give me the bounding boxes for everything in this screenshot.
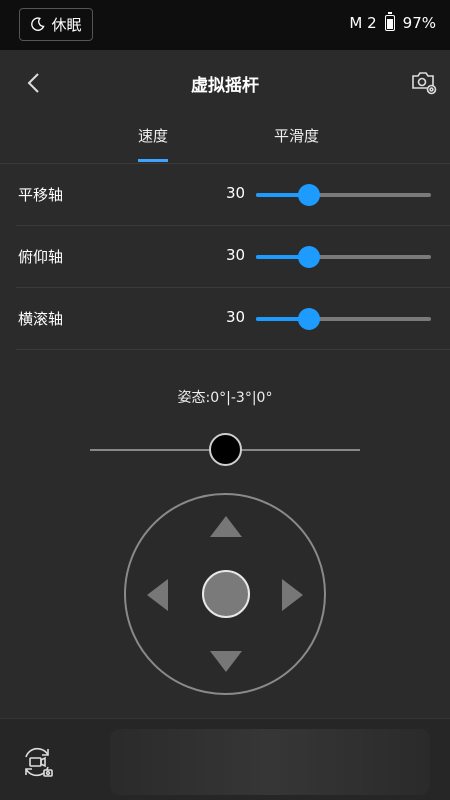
- mode-switch-button[interactable]: [18, 743, 56, 781]
- pan-axis-value: 30: [226, 184, 246, 202]
- device-name: M 2: [349, 14, 377, 32]
- roll-axis-slider[interactable]: [256, 308, 431, 330]
- arrow-left-icon[interactable]: [147, 579, 168, 611]
- tab-indicator: [138, 159, 168, 162]
- tilt-axis-slider[interactable]: [256, 246, 431, 268]
- arrow-up-icon[interactable]: [210, 516, 242, 537]
- roll-axis-value: 30: [226, 308, 246, 326]
- pan-axis-label: 平移轴: [18, 186, 64, 204]
- slider-thumb[interactable]: [297, 308, 320, 330]
- camera-settings-button[interactable]: [410, 68, 438, 96]
- camera-switch-icon: [25, 747, 53, 777]
- tab-bar: 速度 平滑度: [0, 116, 450, 164]
- battery-level: 97%: [402, 14, 436, 32]
- battery-icon: [384, 12, 395, 31]
- joystick-knob[interactable]: [202, 570, 250, 618]
- sleep-label: 休眠: [51, 16, 82, 34]
- tab-speed[interactable]: 速度: [138, 125, 168, 146]
- status-right: M 2 97%: [349, 12, 436, 32]
- slider-thumb[interactable]: [297, 246, 320, 268]
- pan-axis-slider[interactable]: [256, 184, 431, 206]
- row-pan-axis: 平移轴 30: [16, 164, 450, 226]
- row-tilt-axis: 俯仰轴 30: [16, 226, 450, 288]
- sleep-button[interactable]: 休眠: [19, 8, 93, 41]
- arrow-right-icon[interactable]: [282, 579, 303, 611]
- page-title: 虚拟摇杆: [191, 76, 259, 96]
- camera-settings-icon: [412, 72, 437, 95]
- attitude-readout: 姿态:0°|-3°|0°: [177, 390, 273, 406]
- tab-smoothness[interactable]: 平滑度: [274, 125, 319, 146]
- joystick-pad[interactable]: [124, 493, 326, 695]
- roll-knob[interactable]: [209, 433, 242, 466]
- header: 虚拟摇杆: [0, 50, 450, 116]
- roll-axis-label: 横滚轴: [18, 310, 64, 328]
- tilt-axis-label: 俯仰轴: [18, 248, 64, 266]
- tilt-axis-value: 30: [226, 246, 246, 264]
- moon-icon: [31, 17, 46, 31]
- bottom-panel: [110, 729, 430, 795]
- row-roll-axis: 横滚轴 30: [16, 288, 450, 350]
- slider-thumb[interactable]: [297, 184, 320, 206]
- status-bar: 休眠 M 2 97%: [0, 0, 450, 50]
- arrow-down-icon[interactable]: [210, 651, 242, 672]
- bottom-bar: [0, 718, 450, 800]
